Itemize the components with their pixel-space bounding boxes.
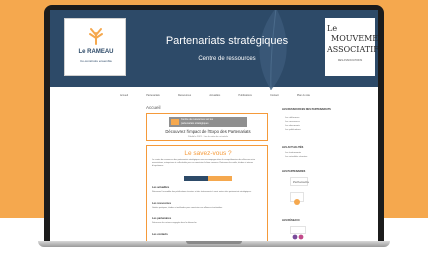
sidebar-link[interactable]: Les actualités récentes [285,156,341,158]
article-subheading: Les partenaires [152,217,172,220]
nav-item[interactable]: Publications [238,94,251,97]
featured-banner-line: partenariats stratégiques [181,121,209,125]
nav-item[interactable]: Partenariats [146,94,159,97]
sidebar-heading: LES ACTUALITÉS [282,146,304,149]
mouvement-logo-line-1: Le [327,24,338,33]
laptop-notch [186,241,242,244]
nav-item[interactable]: Plan du site [297,94,310,97]
article-subheading: Les actualités [152,186,170,189]
nav-item[interactable]: Ressources [178,94,191,97]
featured-banner-logo [171,119,179,125]
sidebar-heading: LES RESSOURCES DES PARTENARIATS [282,108,331,111]
rameau-logo[interactable]: Le RAMEAU Co-construire ensemble [64,18,126,76]
article-paragraph: Découvrez les acteurs engagés dans la dé… [152,222,198,224]
article-card: Le savez-vous ? Le centre de ressources … [146,145,268,241]
article-image-left [184,176,208,181]
tree-icon [89,28,103,45]
sidebar-link[interactable]: Les documents [285,125,341,127]
nav-item[interactable]: Actualités [209,94,220,97]
network-logo[interactable] [290,226,306,240]
nav-item[interactable]: Contact [270,94,279,97]
article-intro: Le centre de ressources des partenariats… [152,159,256,167]
article-paragraph: Retrouvez l'ensemble des publications ré… [152,191,252,193]
partner-logo-text: Partenaire [293,180,309,184]
rameau-logo-text: Le RAMEAU [78,49,114,55]
article-subheading: Les contacts [152,233,168,236]
laptop-screen: Le RAMEAU Co-construire ensemble Partena… [50,10,378,241]
article-image-right [208,176,232,181]
main-content: Accueil Centre de ressources sur les par… [146,105,268,241]
main-nav: Accueil Partenariats Ressources Actualit… [120,94,310,97]
sidebar-link[interactable]: Les ressources [285,121,341,123]
sidebar-link[interactable]: Les publications [285,129,341,131]
mouvement-associatif-logo[interactable]: Le MOUVEMENT ASSOCIATIF DES ASSOCIATIONS [325,18,378,76]
sidebar-link[interactable]: Les événements [285,152,341,154]
featured-post[interactable]: Centre de ressources sur les partenariat… [146,113,268,141]
mouvement-logo-line-2: MOUVEMENT [331,34,378,43]
partner-mark-icon [294,199,300,205]
featured-meta: Publié le 2021 · Lire la suite de cet ar… [187,136,228,138]
article-image [184,176,232,181]
site-header: Le RAMEAU Co-construire ensemble Partena… [50,10,378,90]
sidebar-heading: LES RÉSEAUX [282,219,300,222]
article-subheading: Les ressources [152,202,172,205]
site-subtitle: Centre de ressources [198,56,256,62]
site-title: Partenariats stratégiques [165,35,289,47]
nav-item[interactable]: Accueil [120,94,128,97]
featured-banner-text: Centre de ressources sur les partenariat… [181,118,243,125]
featured-title[interactable]: Découvrez l'impact de l'Expo des Partena… [147,129,269,134]
featured-banner[interactable]: Centre de ressources sur les partenariat… [169,117,247,127]
network-mark-icon [292,234,304,240]
partner-logo[interactable]: Partenaire [290,177,309,186]
mouvement-logo-line-3: ASSOCIATIF [327,45,378,54]
leaf-decoration-icon [259,10,287,90]
sidebar-link[interactable]: Les références [285,117,341,119]
mouvement-logo-tagline: DES ASSOCIATIONS [337,59,363,62]
article-paragraph: Guides pratiques, études et méthodes pou… [152,207,223,209]
rameau-logo-tagline: Co-construire ensemble [80,59,112,63]
partner-logo-2[interactable] [290,192,304,205]
page-heading: Accueil [146,105,161,110]
sidebar-heading: LES PARTENAIRES [282,170,306,173]
article-title: Le savez-vous ? [184,150,232,157]
